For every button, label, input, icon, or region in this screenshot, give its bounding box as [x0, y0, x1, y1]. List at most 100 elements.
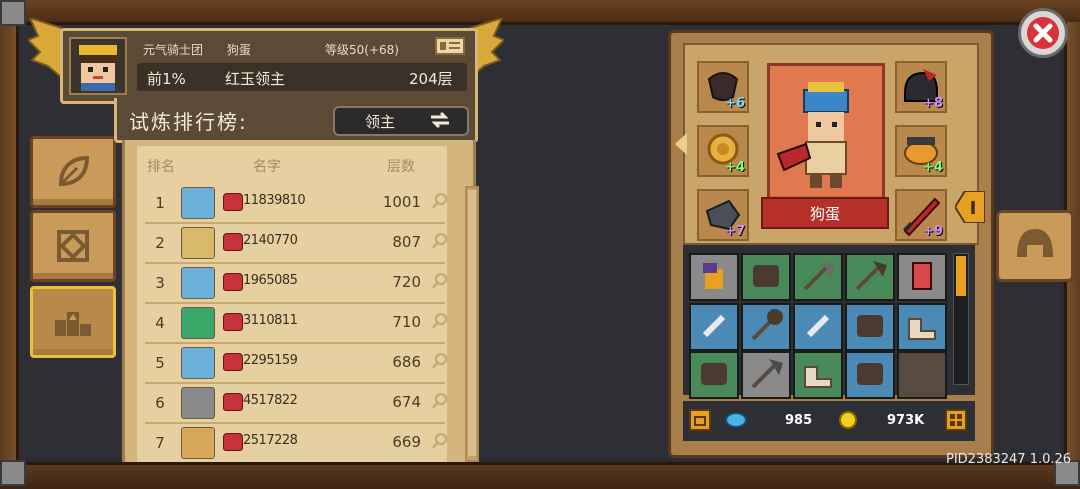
character-portrait[interactable]	[767, 63, 885, 219]
leaderboard-scrollbar[interactable]	[465, 186, 479, 462]
inventory-slot-empty[interactable]	[897, 351, 947, 399]
row-floor: 669	[392, 433, 421, 451]
pet-icon	[223, 393, 243, 411]
view-details-icon[interactable]	[431, 312, 449, 330]
row-floor: 807	[392, 233, 421, 251]
row-rank: 1	[155, 194, 165, 212]
table-row[interactable]: 5 2295159 686	[145, 344, 448, 384]
svg-text:I: I	[970, 198, 977, 219]
table-row[interactable]: 7 2517228 669	[145, 424, 448, 462]
mode-toggle-button[interactable]: 领主	[333, 106, 469, 136]
inventory-slot[interactable]	[741, 253, 791, 301]
trial-bar: 试炼排行榜: 领主	[114, 98, 478, 143]
inventory-slot[interactable]	[793, 351, 843, 399]
row-player-id: 11839810	[243, 193, 306, 208]
inventory-slot[interactable]	[689, 351, 739, 399]
equip-slot-scarf[interactable]: +6	[697, 61, 749, 113]
tab-leaderboard[interactable]	[30, 286, 116, 358]
frame-corner	[0, 0, 26, 26]
table-row[interactable]: 6 4517822 674	[145, 384, 448, 424]
row-rank: 7	[155, 434, 165, 452]
enhance-level: +7	[725, 224, 745, 239]
avatar[interactable]	[69, 37, 127, 95]
enhance-level: +6	[725, 96, 745, 111]
frame-top	[0, 0, 1080, 25]
boots-icon	[804, 366, 832, 388]
row-player-id: 3110811	[243, 313, 298, 328]
inventory-slot[interactable]	[793, 253, 843, 301]
inventory-grid	[683, 245, 975, 399]
equip-slot-gauntlet[interactable]: +7	[697, 189, 749, 241]
scrollbar-thumb[interactable]	[468, 190, 476, 456]
equip-slot-pet[interactable]: +4	[895, 125, 947, 177]
inventory-slot[interactable]	[897, 253, 947, 301]
inventory-slot[interactable]	[741, 303, 791, 351]
row-floor: 686	[392, 353, 421, 371]
axe-icon	[803, 261, 835, 291]
pet-icon	[223, 193, 243, 211]
table-row[interactable]: 3 1965085 720	[145, 264, 448, 304]
guild-name: 元气骑士团	[143, 43, 204, 57]
podium-icon	[55, 312, 91, 336]
row-floor: 1001	[382, 193, 421, 211]
enhance-level: +4	[725, 160, 745, 175]
boots-icon	[908, 318, 936, 340]
storage-icon[interactable]	[689, 409, 711, 431]
row-rank: 4	[155, 314, 165, 332]
armor-icon	[857, 315, 883, 337]
view-details-icon[interactable]	[431, 192, 449, 210]
player-floor: 204层	[409, 70, 453, 88]
equipment-panel: +6 +8 +4 +4 +7 +9 狗蛋 I 985 973K	[668, 30, 994, 458]
row-rank: 5	[155, 354, 165, 372]
leaderboard-panel: 排名 名字 层数 1 11839810 1001 2 2140770 807 3…	[122, 140, 479, 462]
pet-icon	[223, 273, 243, 291]
table-row[interactable]: 1 11839810 1001	[145, 184, 448, 224]
inventory-scrollbar[interactable]	[953, 253, 969, 385]
equip-slot-amulet[interactable]: +4	[697, 125, 749, 177]
inventory-slot[interactable]	[897, 303, 947, 351]
tier-badge-icon: I	[955, 191, 985, 223]
potion-icon	[703, 263, 723, 289]
character-select-button[interactable]	[996, 210, 1074, 282]
inventory-slot[interactable]	[793, 303, 843, 351]
player-avatar-icon	[181, 387, 215, 419]
id-card-icon[interactable]	[435, 37, 465, 55]
table-row[interactable]: 2 2140770 807	[145, 224, 448, 264]
view-details-icon[interactable]	[431, 232, 449, 250]
player-avatar-icon	[181, 227, 215, 259]
axe-icon	[751, 359, 783, 389]
arrow-left-icon[interactable]	[675, 133, 687, 155]
inventory-slot[interactable]	[845, 253, 895, 301]
inventory-slot[interactable]	[689, 303, 739, 351]
frame-left	[0, 22, 19, 462]
equip-slot-helmet[interactable]: +8	[895, 61, 947, 113]
player-avatar-icon	[181, 307, 215, 339]
column-header-floor: 层数	[387, 159, 415, 175]
axe-icon	[855, 261, 887, 291]
close-button[interactable]	[1018, 8, 1068, 58]
leaf-icon	[58, 155, 90, 187]
tab-challenge[interactable]	[30, 210, 116, 282]
view-details-icon[interactable]	[431, 352, 449, 370]
inventory-slot[interactable]	[689, 253, 739, 301]
mace-icon	[751, 309, 783, 341]
coin-icon	[839, 411, 857, 429]
grid-icon[interactable]	[945, 409, 967, 431]
armor-icon	[701, 363, 727, 385]
inventory-slot[interactable]	[845, 303, 895, 351]
inventory-slot[interactable]	[845, 351, 895, 399]
table-row[interactable]: 4 3110811 710	[145, 304, 448, 344]
equip-slot-weapon[interactable]: +9	[895, 189, 947, 241]
pet-icon	[223, 313, 243, 331]
player-avatar-icon	[181, 187, 215, 219]
view-details-icon[interactable]	[431, 272, 449, 290]
inventory-slot[interactable]	[741, 351, 791, 399]
row-rank: 6	[155, 394, 165, 412]
currency-bar: 985 973K	[683, 401, 975, 441]
view-details-icon[interactable]	[431, 392, 449, 410]
close-icon	[1033, 23, 1053, 43]
enhance-level: +8	[923, 96, 943, 111]
scrollbar-thumb[interactable]	[956, 256, 966, 296]
view-details-icon[interactable]	[431, 432, 449, 450]
tab-skills[interactable]	[30, 136, 116, 208]
